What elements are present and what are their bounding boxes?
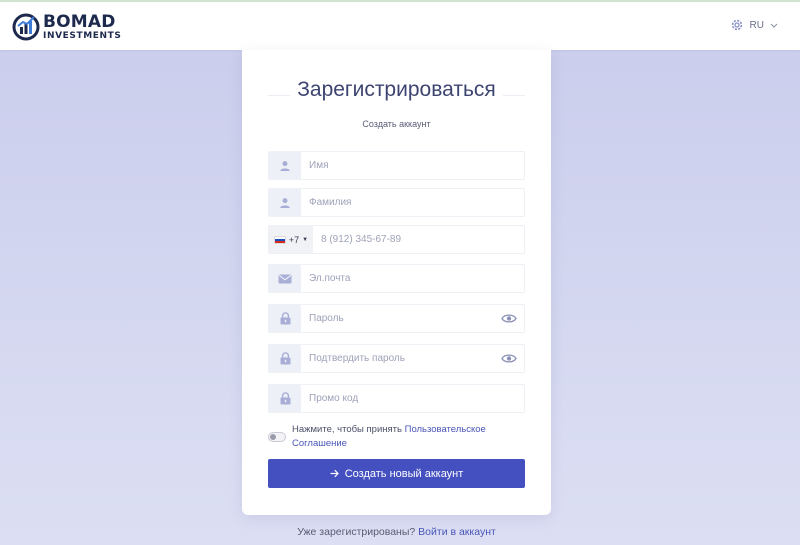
login-prompt-text: Уже зарегистрированы? [297,526,416,538]
eye-icon [501,354,517,363]
confirm-password-field [268,344,525,373]
confirm-password-input[interactable] [301,345,494,372]
toggle-knob [270,434,276,440]
lock-icon [280,312,290,325]
show-confirm-password-toggle[interactable] [494,345,524,372]
user-icon [280,160,290,171]
user-icon [280,197,290,208]
password-addon [269,305,301,332]
country-code-selector[interactable]: +7 ▼ [269,226,313,253]
brand-logo[interactable]: BOMAD INVESTMENTS [12,12,121,42]
phone-field: +7 ▼ [268,225,525,254]
login-prompt: Уже зарегистрированы? Войти в аккаунт [242,526,551,538]
create-account-button[interactable]: Создать новый аккаунт [268,459,525,488]
country-code: +7 [288,234,300,245]
agreement-text: Нажмите, чтобы принять Пользовательское … [292,423,525,451]
create-account-label: Создать новый аккаунт [344,467,464,480]
page-title: Зарегистрироваться [297,78,496,101]
first-name-field [268,151,525,180]
language-selector[interactable]: RU [730,18,778,32]
eye-icon [501,314,517,323]
email-field [268,264,525,293]
email-input[interactable] [301,265,524,292]
agreement-row: Нажмите, чтобы принять Пользовательское … [268,423,525,451]
first-name-input[interactable] [301,152,524,179]
registration-card: Зарегистрироваться Создать аккаунт +7 [242,50,551,515]
brand-subtitle: INVESTMENTS [43,30,122,41]
page-subtitle: Создать аккаунт [362,119,431,129]
login-link[interactable]: Войти в аккаунт [418,526,496,538]
phone-input[interactable] [313,226,524,253]
language-label: RU [749,19,764,31]
last-name-addon [269,189,301,216]
lock-icon [280,352,290,365]
lock-icon [280,392,290,405]
confirm-password-addon [269,345,301,372]
promo-code-input[interactable] [301,385,524,412]
logo-mark-icon [12,13,40,41]
card-header: Зарегистрироваться Создать аккаунт [242,50,551,140]
show-password-toggle[interactable] [494,305,524,332]
caret-down-icon: ▼ [302,236,309,243]
last-name-field [268,188,525,217]
chevron-down-icon [770,23,778,28]
arrow-right-icon [330,469,339,478]
gear-icon [731,19,742,31]
password-input[interactable] [301,305,494,332]
brand-name: BOMAD [43,11,116,32]
password-field [268,304,525,333]
mail-icon [278,274,292,283]
agreement-toggle[interactable] [268,432,286,442]
email-addon [269,265,301,292]
last-name-input[interactable] [301,189,524,216]
promo-code-field [268,384,525,413]
agreement-prefix: Нажмите, чтобы принять [292,424,402,435]
first-name-addon [269,152,301,179]
promo-code-addon [269,385,301,412]
top-bar: BOMAD INVESTMENTS RU [0,0,800,50]
russia-flag-icon [273,235,286,244]
